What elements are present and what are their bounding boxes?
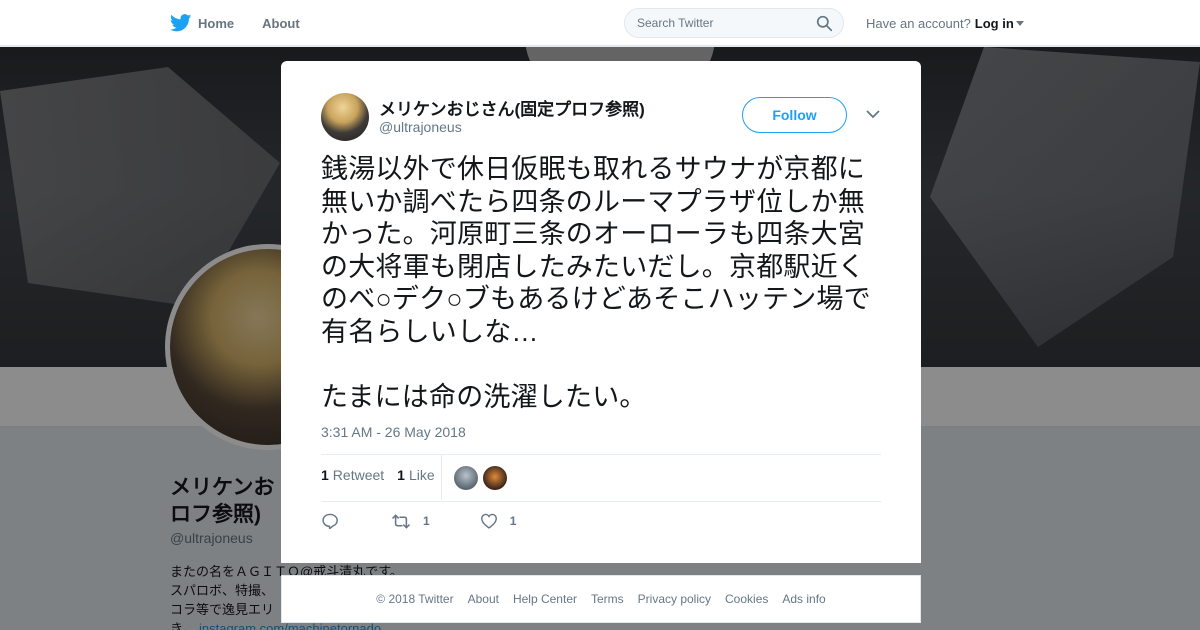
divider — [321, 454, 881, 455]
caret-down-icon — [1015, 21, 1024, 26]
tweet-actions: 1 1 — [321, 513, 516, 529]
footer-link-help-center[interactable]: Help Center — [513, 592, 577, 606]
footer: © 2018 Twitter About Help Center Terms P… — [281, 575, 921, 623]
tweet-timestamp[interactable]: 3:31 AM - 26 May 2018 — [321, 424, 466, 440]
like-button[interactable]: 1 — [480, 513, 517, 529]
footer-link-cookies[interactable]: Cookies — [725, 592, 768, 606]
divider — [321, 501, 881, 502]
liker-avatar[interactable] — [483, 466, 507, 490]
nav-home[interactable]: Home — [170, 0, 262, 46]
like-stat-label: Like — [408, 467, 435, 483]
footer-link-terms[interactable]: Terms — [591, 592, 624, 606]
like-stat[interactable]: 1 Like — [397, 467, 434, 483]
author-handle[interactable]: @ultrajoneus — [379, 119, 462, 135]
search-icon[interactable] — [816, 15, 833, 32]
stats-separator — [441, 454, 442, 500]
footer-link-about[interactable]: About — [468, 592, 499, 606]
follow-button[interactable]: Follow — [742, 97, 847, 133]
search-input[interactable]: Search Twitter — [624, 8, 844, 38]
retweet-button[interactable]: 1 — [391, 513, 430, 529]
tweet-modal: メリケンおじさん(固定プロフ参照) @ultrajoneus Follow 銭湯… — [281, 61, 921, 563]
footer-copyright: © 2018 Twitter — [376, 592, 454, 606]
account-prompt: Have an account? — [866, 16, 971, 31]
retweet-icon — [391, 513, 411, 529]
like-count: 1 — [397, 467, 405, 483]
login-link[interactable]: Log in — [975, 16, 1014, 31]
twitter-bird-icon — [170, 14, 192, 32]
nav-left: Home About — [170, 0, 328, 46]
liker-avatars — [454, 466, 507, 490]
retweet-stat[interactable]: 1 Retweet — [321, 467, 384, 483]
tweet-text: 銭湯以外で休日仮眠も取れるサウナが京都に無いか調べたら四条のルーマプラザ位しか無… — [321, 154, 871, 412]
nav-home-label: Home — [198, 15, 235, 31]
search-placeholder: Search Twitter — [637, 16, 714, 30]
account-menu[interactable]: Have an account? Log in — [866, 16, 1024, 31]
liker-avatar[interactable] — [454, 466, 478, 490]
footer-link-privacy[interactable]: Privacy policy — [638, 592, 711, 606]
reply-icon — [322, 513, 338, 529]
top-navigation: Home About Search Twitter Have an accoun… — [0, 0, 1200, 46]
author-avatar[interactable] — [321, 93, 369, 141]
nav-about-label: About — [262, 15, 300, 31]
retweet-stat-label: Retweet — [332, 467, 385, 483]
chevron-down-icon[interactable] — [866, 109, 880, 119]
tweet-stats: 1 Retweet 1 Like — [321, 467, 435, 483]
footer-link-ads-info[interactable]: Ads info — [782, 592, 825, 606]
like-action-count: 1 — [509, 514, 517, 528]
nav-about[interactable]: About — [262, 0, 328, 46]
close-icon[interactable] — [1154, 12, 1178, 36]
author-name[interactable]: メリケンおじさん(固定プロフ参照) — [379, 95, 645, 120]
retweet-action-count: 1 — [423, 514, 430, 528]
retweet-count: 1 — [321, 467, 329, 483]
heart-icon — [480, 513, 497, 529]
reply-button[interactable] — [321, 513, 339, 529]
